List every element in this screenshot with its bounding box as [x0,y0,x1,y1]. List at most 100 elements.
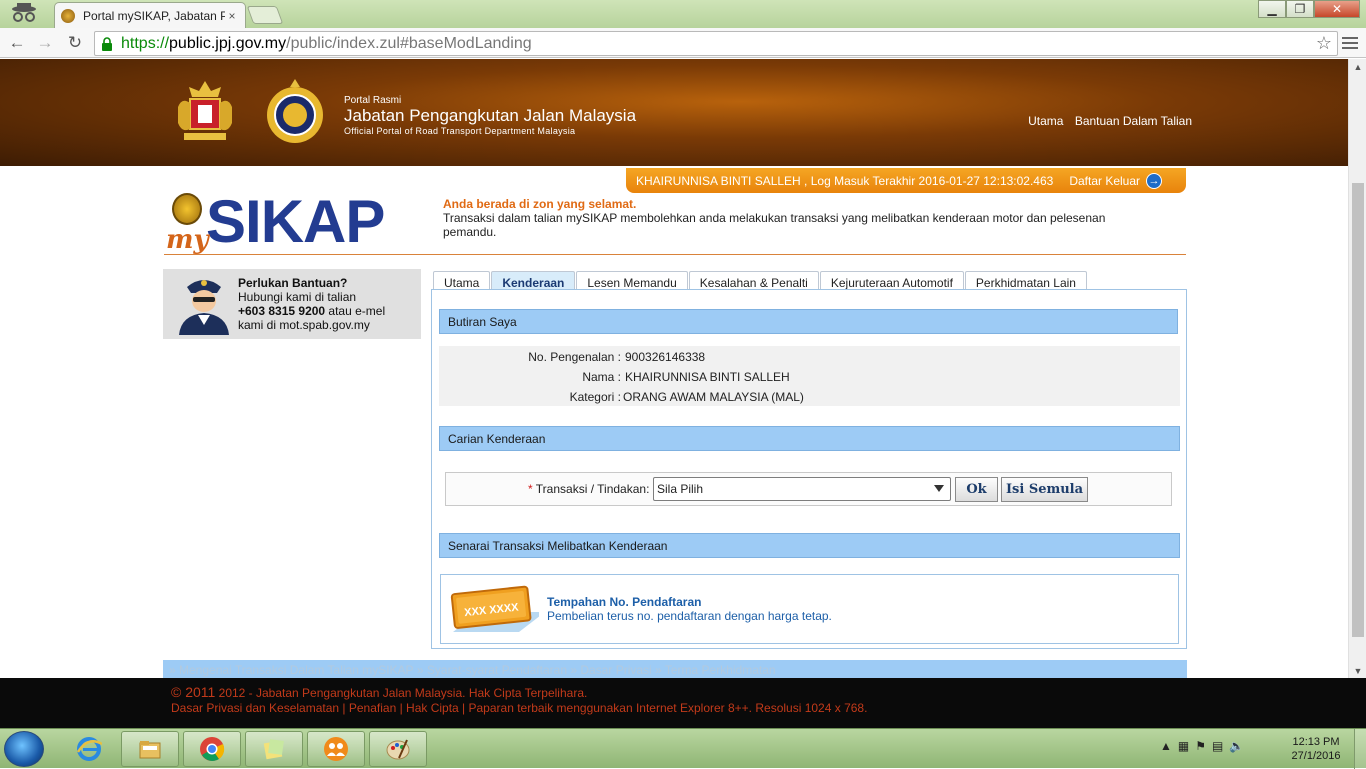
footer-links-bar: » Mengenai Transaksi Dalam Talian mySIKA… [163,660,1187,679]
copyright-year: © 2011 [171,684,216,700]
detail-key: Nama : [582,370,621,384]
site-footer: © 2011 2012 - Jabatan Pengangkutan Jalan… [0,678,1366,728]
service-item-tempahan[interactable]: XXX XXXX Tempahan No. Pendaftaran Pembel… [440,574,1179,644]
footer-link-syarat[interactable]: » Syarat-syarat Pendaftaran [417,663,567,677]
address-bar[interactable]: https://public.jpj.gov.my/public/index.z… [94,31,1338,56]
taskbar-paint[interactable] [369,731,427,767]
logo-my-text: my [166,225,209,255]
internet-explorer-icon [76,737,102,761]
volume-icon[interactable]: 🔈 [1229,739,1244,753]
vehicle-search-form: * Transaksi / Tindakan: Sila Pilih Ok Is… [445,472,1172,506]
transaksi-select[interactable]: Sila Pilih [653,477,951,501]
browser-menu-icon[interactable] [1342,34,1358,52]
number-plate-icon: XXX XXXX [450,585,539,632]
header-title-block: Portal Rasmi Jabatan Pengangkutan Jalan … [344,95,636,136]
nav-bantuan-link[interactable]: Bantuan Dalam Talian [1075,114,1192,128]
clock-date: 27/1/2016 [1291,750,1341,762]
safe-zone-text: Anda berada di zon yang selamat. [443,197,637,211]
network-icon[interactable]: ▤ [1212,739,1223,753]
window-close-button[interactable]: ✕ [1314,0,1360,18]
detail-row-name: Nama : KHAIRUNNISA BINTI SALLEH [439,370,1180,388]
chevron-down-icon [934,485,944,492]
chrome-icon [200,737,225,761]
incognito-icon [12,3,36,22]
detail-key: No. Pengenalan : [528,350,621,364]
portal-label: Portal Rasmi [344,95,402,106]
reload-icon[interactable]: ↻ [64,32,86,54]
taskbar-sticky-notes[interactable] [245,731,303,767]
logout-arrow-icon: → [1146,172,1163,189]
sticky-notes-icon [263,739,284,760]
system-tray: ▲ ▦ ⚑ ▤ 🔈 [1160,739,1244,753]
clock-time: 12:13 PM [1292,736,1340,748]
jpj-emblem-icon [267,79,323,143]
new-tab-button[interactable] [246,6,284,24]
senarai-heading: Senarai Transaksi Melibatkan Kenderaan [439,533,1180,558]
url-host: public.jpj.gov.my [169,34,287,52]
footer-link-terma[interactable]: » Terma Perkhidmatan [655,663,776,677]
help-box: Perlukan Bantuan? Hubungi kami di talian… [163,269,421,339]
detail-row-category: Kategori : ORANG AWAM MALAYSIA (MAL) [439,390,1180,408]
taskbar-ie[interactable] [60,731,118,767]
tab-close-icon[interactable]: × [225,9,239,23]
nav-utama-link[interactable]: Utama [1028,114,1063,128]
reset-button[interactable]: Isi Semula [1001,477,1088,502]
scroll-up-icon[interactable]: ▲ [1349,62,1366,72]
action-center-flag-icon[interactable]: ⚑ [1195,739,1206,753]
agency-name: Jabatan Pengangkutan Jalan Malaysia [344,106,637,125]
windows-taskbar: ▲ ▦ ⚑ ▤ 🔈 12:13 PM 27/1/2016 [0,728,1366,769]
people-app-icon [324,737,348,761]
taskbar-explorer[interactable] [121,731,179,767]
footer-link-privasi[interactable]: » Dasar Privasi [570,663,651,677]
taskbar-app-orange[interactable] [307,731,365,767]
transaksi-label-text: Transaksi / Tindakan: [532,482,650,496]
login-status-text: KHAIRUNNISA BINTI SALLEH , Log Masuk Ter… [636,173,1054,188]
forward-arrow-icon[interactable]: → [34,32,56,54]
transaksi-select-value: Sila Pilih [657,482,704,496]
system-clock[interactable]: 12:13 PM 27/1/2016 [1283,735,1349,763]
help-line1: Hubungi kami di talian [238,290,357,304]
windows-flag-icon[interactable]: ▦ [1178,739,1189,753]
carian-heading: Carian Kenderaan [439,426,1180,451]
url-scheme: https:// [121,34,170,52]
footer-link-mengenai[interactable]: » Mengenai Transaksi Dalam Talian mySIKA… [169,663,414,677]
back-arrow-icon[interactable]: ← [6,32,28,54]
copyright-text: 2012 - Jabatan Pengangkutan Jalan Malays… [215,686,588,700]
jpj-seal-icon [172,193,202,225]
minimize-button[interactable]: ▁ [1258,0,1286,18]
lock-icon [102,36,112,51]
scrollbar-thumb[interactable] [1352,183,1364,637]
header-nav: Utama Bantuan Dalam Talian [1020,114,1192,128]
scroll-down-icon[interactable]: ▼ [1349,666,1366,676]
logo-sikap-text: SIKAP [206,188,385,255]
tray-expand-icon[interactable]: ▲ [1160,739,1172,753]
help-title: Perlukan Bantuan? [238,276,348,290]
notice-description: Transaksi dalam talian mySIKAP membolehk… [443,211,1106,239]
window-controls: ▁ ❐ ✕ [1258,0,1360,18]
browser-tab[interactable]: Portal mySIKAP, Jabatan P × [54,2,246,28]
bookmark-star-icon[interactable]: ☆ [1316,33,1332,54]
tab-title: Portal mySIKAP, Jabatan P [83,8,225,23]
service-title[interactable]: Tempahan No. Pendaftaran [547,595,701,609]
help-text: Perlukan Bantuan? Hubungi kami di talian… [238,276,385,332]
logout-label: Daftar Keluar [1069,173,1141,188]
show-desktop-button[interactable] [1354,729,1366,769]
page-scrollbar[interactable]: ▲ ▼ [1348,59,1366,679]
detail-row-id: No. Pengenalan : 900326146338 [439,350,1180,368]
start-button[interactable] [4,731,44,767]
service-description: Pembelian terus no. pendaftaran dengan h… [547,609,832,623]
browser-titlebar: Portal mySIKAP, Jabatan P × ▁ ❐ ✕ [0,0,1366,28]
restore-button[interactable]: ❐ [1286,0,1314,18]
butiran-heading: Butiran Saya [439,309,1178,334]
jpj-favicon-icon [61,8,75,23]
page-content: Portal Rasmi Jabatan Pengangkutan Jalan … [0,59,1348,679]
copyright-line: © 2011 2012 - Jabatan Pengangkutan Jalan… [171,684,587,700]
logout-button[interactable]: Daftar Keluar → [1069,172,1163,189]
site-header: Portal Rasmi Jabatan Pengangkutan Jalan … [0,59,1348,166]
browser-toolbar: ← → ↻ https://public.jpj.gov.my/public/i… [0,28,1366,58]
user-status-bar: KHAIRUNNISA BINTI SALLEH , Log Masuk Ter… [626,168,1186,193]
taskbar-chrome[interactable] [183,731,241,767]
paint-icon [386,739,410,760]
personal-details: No. Pengenalan : 900326146338 Nama : KHA… [439,346,1180,406]
ok-button[interactable]: Ok [955,477,998,502]
